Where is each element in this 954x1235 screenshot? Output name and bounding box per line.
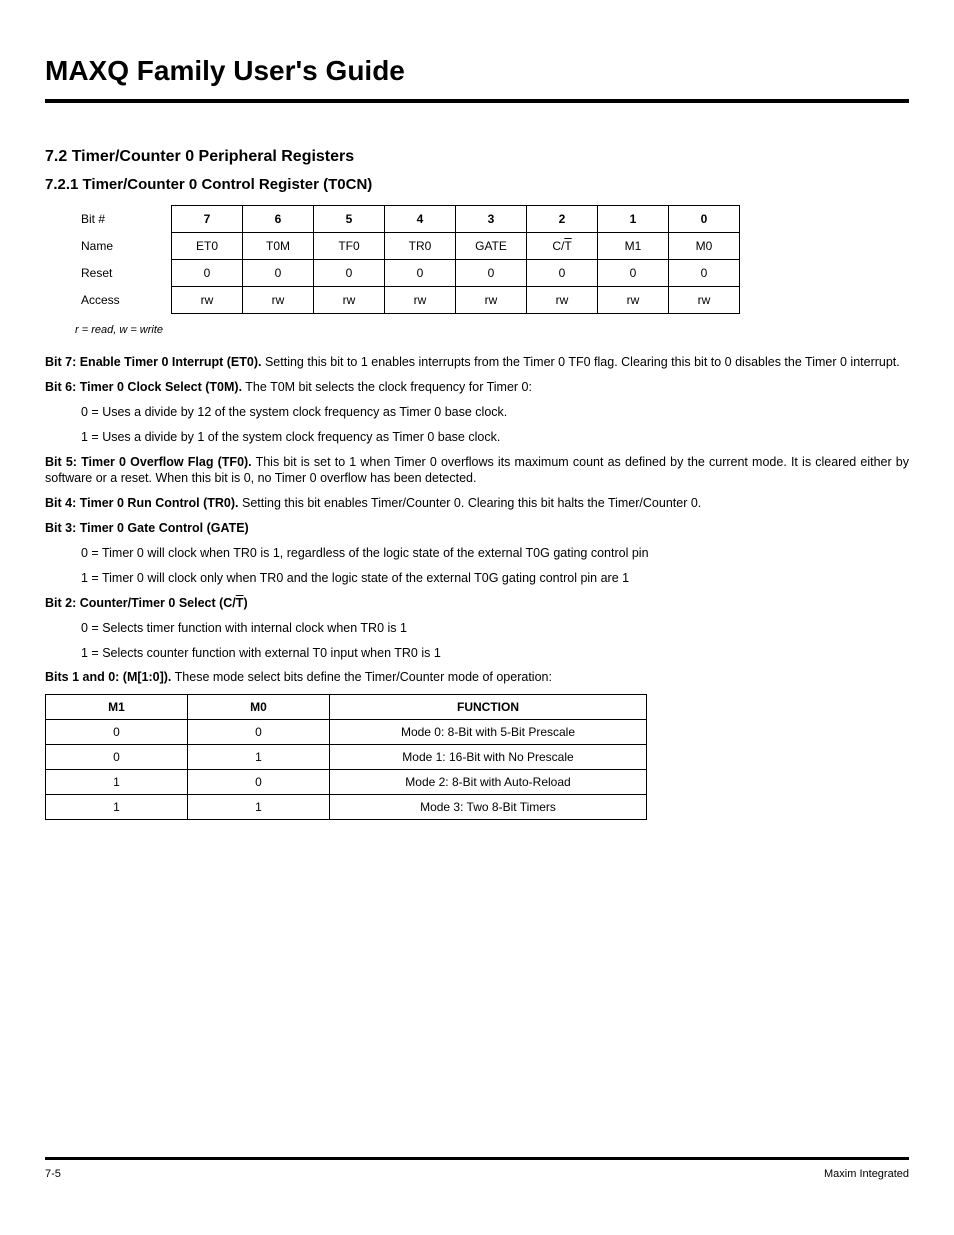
reset-val: 0 [172,260,243,287]
mode-cell: Mode 3: Two 8-Bit Timers [330,795,647,820]
access-val: rw [243,287,314,314]
access-val: rw [385,287,456,314]
bit-num: 7 [172,206,243,233]
table-row: Access rw rw rw rw rw rw rw rw [75,287,740,314]
bit3-opt1: 1 = Timer 0 will clock only when TR0 and… [81,570,909,587]
mode-cell: Mode 0: 8-Bit with 5-Bit Prescale [330,720,647,745]
bit6-opt0: 0 = Uses a divide by 12 of the system cl… [81,404,909,421]
access-val: rw [669,287,740,314]
bit3-desc: Bit 3: Timer 0 Gate Control (GATE) [45,520,909,537]
page-footer: 7-5 Maxim Integrated [45,1157,909,1180]
table-row: Name ET0 T0M TF0 TR0 GATE C/T M1 M0 [75,233,740,260]
bit-num: 4 [385,206,456,233]
subsection-heading: 7.2.1 Timer/Counter 0 Control Register (… [45,176,909,193]
bit-name: GATE [456,233,527,260]
table-row: Reset 0 0 0 0 0 0 0 0 [75,260,740,287]
bit-num: 1 [598,206,669,233]
bit2-opt0: 0 = Selects timer function with internal… [81,620,909,637]
mode-table: M1 M0 FUNCTION 0 0 Mode 0: 8-Bit with 5-… [45,694,647,820]
title-rule [45,99,909,103]
bit-num: 5 [314,206,385,233]
bit-num: 6 [243,206,314,233]
mode-cell: 1 [188,795,330,820]
bits10-desc: Bits 1 and 0: (M[1:0]). These mode selec… [45,669,909,686]
table-row: 1 1 Mode 3: Two 8-Bit Timers [46,795,647,820]
reset-val: 0 [669,260,740,287]
register-table: Bit # 7 6 5 4 3 2 1 0 Name ET0 T0M TF0 T… [75,205,740,314]
reset-val: 0 [385,260,456,287]
bit-name: TF0 [314,233,385,260]
company-name: Maxim Integrated [824,1168,909,1180]
access-val: rw [456,287,527,314]
document-title: MAXQ Family User's Guide [45,55,909,87]
row-label: Access [75,287,172,314]
row-label: Name [75,233,172,260]
bit-num: 0 [669,206,740,233]
reset-val: 0 [598,260,669,287]
mode-cell: 0 [46,720,188,745]
bit3-opt0: 0 = Timer 0 will clock when TR0 is 1, re… [81,545,909,562]
mode-cell: 1 [188,745,330,770]
bit2-opt1: 1 = Selects counter function with extern… [81,645,909,662]
page-number: 7-5 [45,1168,61,1180]
mode-header: M1 [46,695,188,720]
mode-cell: 0 [188,770,330,795]
access-val: rw [172,287,243,314]
reset-val: 0 [243,260,314,287]
row-label: Reset [75,260,172,287]
section-heading: 7.2 Timer/Counter 0 Peripheral Registers [45,148,909,166]
bit4-desc: Bit 4: Timer 0 Run Control (TR0). Settin… [45,495,909,512]
reset-val: 0 [527,260,598,287]
bit-name: C/T [527,233,598,260]
bit-num: 2 [527,206,598,233]
bit-num: 3 [456,206,527,233]
mode-cell: 1 [46,770,188,795]
mode-cell: 0 [188,720,330,745]
access-val: rw [598,287,669,314]
mode-cell: 0 [46,745,188,770]
mode-cell: 1 [46,795,188,820]
bit-name: M0 [669,233,740,260]
bit-name: T0M [243,233,314,260]
mode-header: FUNCTION [330,695,647,720]
reset-val: 0 [456,260,527,287]
footer-rule [45,1157,909,1160]
bit-name: ET0 [172,233,243,260]
access-val: rw [527,287,598,314]
bit6-desc: Bit 6: Timer 0 Clock Select (T0M). The T… [45,379,909,396]
access-val: rw [314,287,385,314]
table-row: 0 1 Mode 1: 16-Bit with No Prescale [46,745,647,770]
table-row: M1 M0 FUNCTION [46,695,647,720]
table-note: r = read, w = write [75,324,909,336]
bit2-desc: Bit 2: Counter/Timer 0 Select (C/T) [45,595,909,612]
mode-cell: Mode 2: 8-Bit with Auto-Reload [330,770,647,795]
bit-name: TR0 [385,233,456,260]
bit-name: M1 [598,233,669,260]
bit5-desc: Bit 5: Timer 0 Overflow Flag (TF0). This… [45,454,909,488]
mode-cell: Mode 1: 16-Bit with No Prescale [330,745,647,770]
table-row: 0 0 Mode 0: 8-Bit with 5-Bit Prescale [46,720,647,745]
table-row: Bit # 7 6 5 4 3 2 1 0 [75,206,740,233]
reset-val: 0 [314,260,385,287]
mode-header: M0 [188,695,330,720]
bit7-desc: Bit 7: Enable Timer 0 Interrupt (ET0). S… [45,354,909,371]
table-row: 1 0 Mode 2: 8-Bit with Auto-Reload [46,770,647,795]
row-label: Bit # [75,206,172,233]
bit6-opt1: 1 = Uses a divide by 1 of the system clo… [81,429,909,446]
